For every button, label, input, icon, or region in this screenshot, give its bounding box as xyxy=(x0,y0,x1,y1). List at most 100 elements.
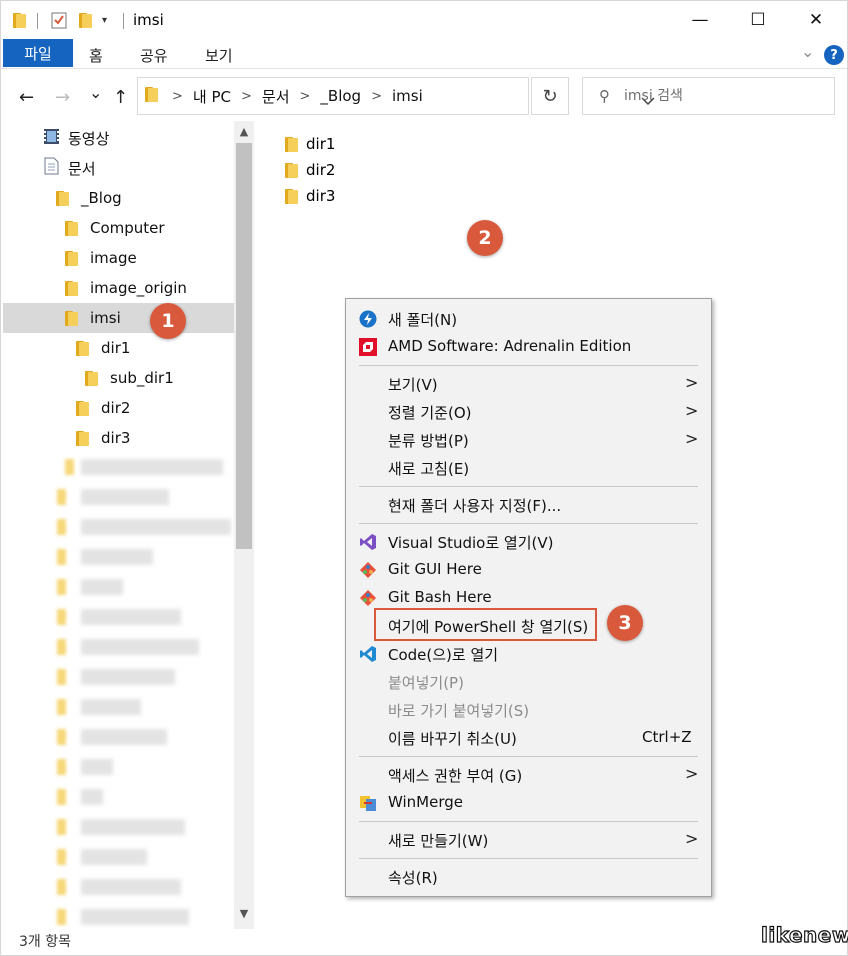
menu-separator xyxy=(359,821,698,822)
callout-badge-2: 2 xyxy=(467,220,503,256)
close-button[interactable]: ✕ xyxy=(787,1,845,39)
tree-item-blog[interactable]: _Blog xyxy=(56,183,122,213)
powershell-highlight-box xyxy=(374,608,597,641)
new-folder-quick-icon[interactable] xyxy=(79,10,92,30)
folder-icon xyxy=(65,250,78,266)
tree-item-label: image_origin xyxy=(90,279,187,297)
menu-item-open-visual-studio[interactable]: Visual Studio로 열기(V) xyxy=(346,528,711,556)
tree-item-image-origin[interactable]: image_origin xyxy=(65,273,187,303)
ribbon-tabs: 파일 홈 공유 보기 ⌄ ? xyxy=(1,39,847,69)
properties-check-icon[interactable] xyxy=(51,10,67,30)
divider xyxy=(37,13,38,29)
tree-item-imsi[interactable]: imsi xyxy=(3,303,234,333)
status-bar-item-count: 3개 항목 xyxy=(19,934,71,950)
vscode-icon xyxy=(359,645,377,663)
menu-separator xyxy=(359,365,698,366)
folder-icon xyxy=(56,190,69,206)
forward-button[interactable]: → xyxy=(55,87,70,108)
breadcrumb-chevron-icon[interactable]: > xyxy=(371,89,382,104)
menu-item-new[interactable]: 새로 만들기(W) > xyxy=(346,826,711,854)
visual-studio-icon xyxy=(359,533,377,551)
menu-item-open-vscode[interactable]: Code(으)로 열기 xyxy=(346,640,711,668)
maximize-button[interactable]: ☐ xyxy=(729,1,787,39)
menu-item-winmerge[interactable]: WinMerge xyxy=(346,789,711,817)
tree-item-documents[interactable]: 문서 xyxy=(43,153,96,183)
menu-separator xyxy=(359,486,698,487)
file-item-dir3[interactable]: dir3 xyxy=(285,184,335,208)
recent-locations-button[interactable]: ⌄ xyxy=(89,83,102,102)
tree-item-label: Computer xyxy=(90,219,165,237)
folder-icon xyxy=(285,188,298,204)
menu-item-properties[interactable]: 속성(R) xyxy=(346,863,711,891)
menu-item-new-folder[interactable]: 새 폴더(N) xyxy=(346,305,711,333)
window-title: imsi xyxy=(133,11,164,29)
tab-view[interactable]: 보기 xyxy=(205,45,233,66)
tree-item-label: dir3 xyxy=(101,429,131,447)
menu-item-group-by[interactable]: 분류 방법(P) > xyxy=(346,426,711,454)
tree-item-label: dir1 xyxy=(101,339,131,357)
menu-item-paste[interactable]: 붙여넣기(P) xyxy=(346,668,711,696)
tab-file[interactable]: 파일 xyxy=(3,39,73,67)
menu-item-git-gui[interactable]: Git GUI Here xyxy=(346,556,711,584)
search-input[interactable] xyxy=(624,88,804,104)
menu-separator xyxy=(359,858,698,859)
submenu-arrow-icon: > xyxy=(685,429,699,448)
tree-item-sub-dir1[interactable]: sub_dir1 xyxy=(85,363,174,393)
file-name: dir3 xyxy=(306,187,336,205)
file-item-dir2[interactable]: dir2 xyxy=(285,158,335,182)
nav-pane-scrollbar[interactable]: ▲ ▼ xyxy=(234,121,254,929)
minimize-button[interactable]: — xyxy=(671,1,729,39)
menu-item-refresh[interactable]: 새로 고침(E) xyxy=(346,454,711,482)
breadcrumb-blog[interactable]: _Blog xyxy=(320,87,361,105)
tab-home[interactable]: 홈 xyxy=(89,45,103,66)
tree-item-image[interactable]: image xyxy=(65,243,137,273)
refresh-button[interactable]: ↻ xyxy=(531,77,569,115)
scrollbar-thumb[interactable] xyxy=(236,143,252,549)
shortcut-label: Ctrl+Z xyxy=(642,728,692,746)
folder-icon xyxy=(65,280,78,296)
navigation-bar: ← → ⌄ ↑ > 내 PC > 문서 > _Blog > imsi ↻ ⚲ xyxy=(1,69,847,127)
breadcrumb-chevron-icon[interactable]: > xyxy=(300,89,311,104)
breadcrumb-chevron-icon[interactable]: > xyxy=(241,89,252,104)
file-name: dir2 xyxy=(306,161,336,179)
customize-dropdown-icon[interactable]: ▾ xyxy=(102,10,107,30)
menu-item-undo-rename[interactable]: 이름 바꾸기 취소(U) Ctrl+Z xyxy=(346,724,711,752)
menu-item-paste-shortcut[interactable]: 바로 가기 붙여넣기(S) xyxy=(346,696,711,724)
search-box[interactable]: ⚲ xyxy=(582,77,835,115)
back-button[interactable]: ← xyxy=(19,87,34,108)
up-button[interactable]: ↑ xyxy=(113,87,128,108)
tab-share[interactable]: 공유 xyxy=(140,45,168,66)
submenu-arrow-icon: > xyxy=(685,401,699,420)
folder-icon xyxy=(145,86,158,106)
tree-item-label: _Blog xyxy=(81,189,122,207)
navigation-pane: 동영상 문서 _Blog Computer image image_origin… xyxy=(1,121,256,931)
menu-item-sort-by[interactable]: 정렬 기준(O) > xyxy=(346,398,711,426)
scroll-down-arrow-icon[interactable]: ▼ xyxy=(234,907,254,920)
breadcrumb-chevron-icon[interactable]: > xyxy=(172,89,183,104)
watermark: likenew xyxy=(760,922,848,947)
tree-item-videos[interactable]: 동영상 xyxy=(43,123,109,153)
menu-item-view[interactable]: 보기(V) > xyxy=(346,370,711,398)
folder-icon xyxy=(85,370,98,386)
menu-item-amd-software[interactable]: AMD Software: Adrenalin Edition xyxy=(346,333,711,361)
breadcrumb-documents[interactable]: 문서 xyxy=(262,86,290,107)
divider xyxy=(123,13,124,29)
tree-item-label: dir2 xyxy=(101,399,131,417)
tree-item-dir3[interactable]: dir3 xyxy=(76,423,130,453)
menu-item-customize-folder[interactable]: 현재 폴더 사용자 지정(F)... xyxy=(346,491,711,519)
git-bash-icon xyxy=(359,589,377,607)
video-icon xyxy=(43,128,60,149)
expand-ribbon-chevron-icon[interactable]: ⌄ xyxy=(801,42,814,61)
amd-logo-icon xyxy=(359,338,377,356)
breadcrumb-imsi[interactable]: imsi xyxy=(392,87,423,105)
menu-item-give-access[interactable]: 액세스 권한 부여 (G) > xyxy=(346,761,711,789)
submenu-arrow-icon: > xyxy=(685,373,699,392)
scroll-up-arrow-icon[interactable]: ▲ xyxy=(234,125,254,138)
breadcrumb-my-pc[interactable]: 내 PC xyxy=(193,86,231,107)
tree-item-dir1[interactable]: dir1 xyxy=(76,333,130,363)
tree-item-computer[interactable]: Computer xyxy=(65,213,165,243)
address-bar[interactable]: > 내 PC > 문서 > _Blog > imsi xyxy=(137,77,655,115)
help-button[interactable]: ? xyxy=(824,45,844,65)
file-item-dir1[interactable]: dir1 xyxy=(285,132,335,156)
tree-item-dir2[interactable]: dir2 xyxy=(76,393,130,423)
